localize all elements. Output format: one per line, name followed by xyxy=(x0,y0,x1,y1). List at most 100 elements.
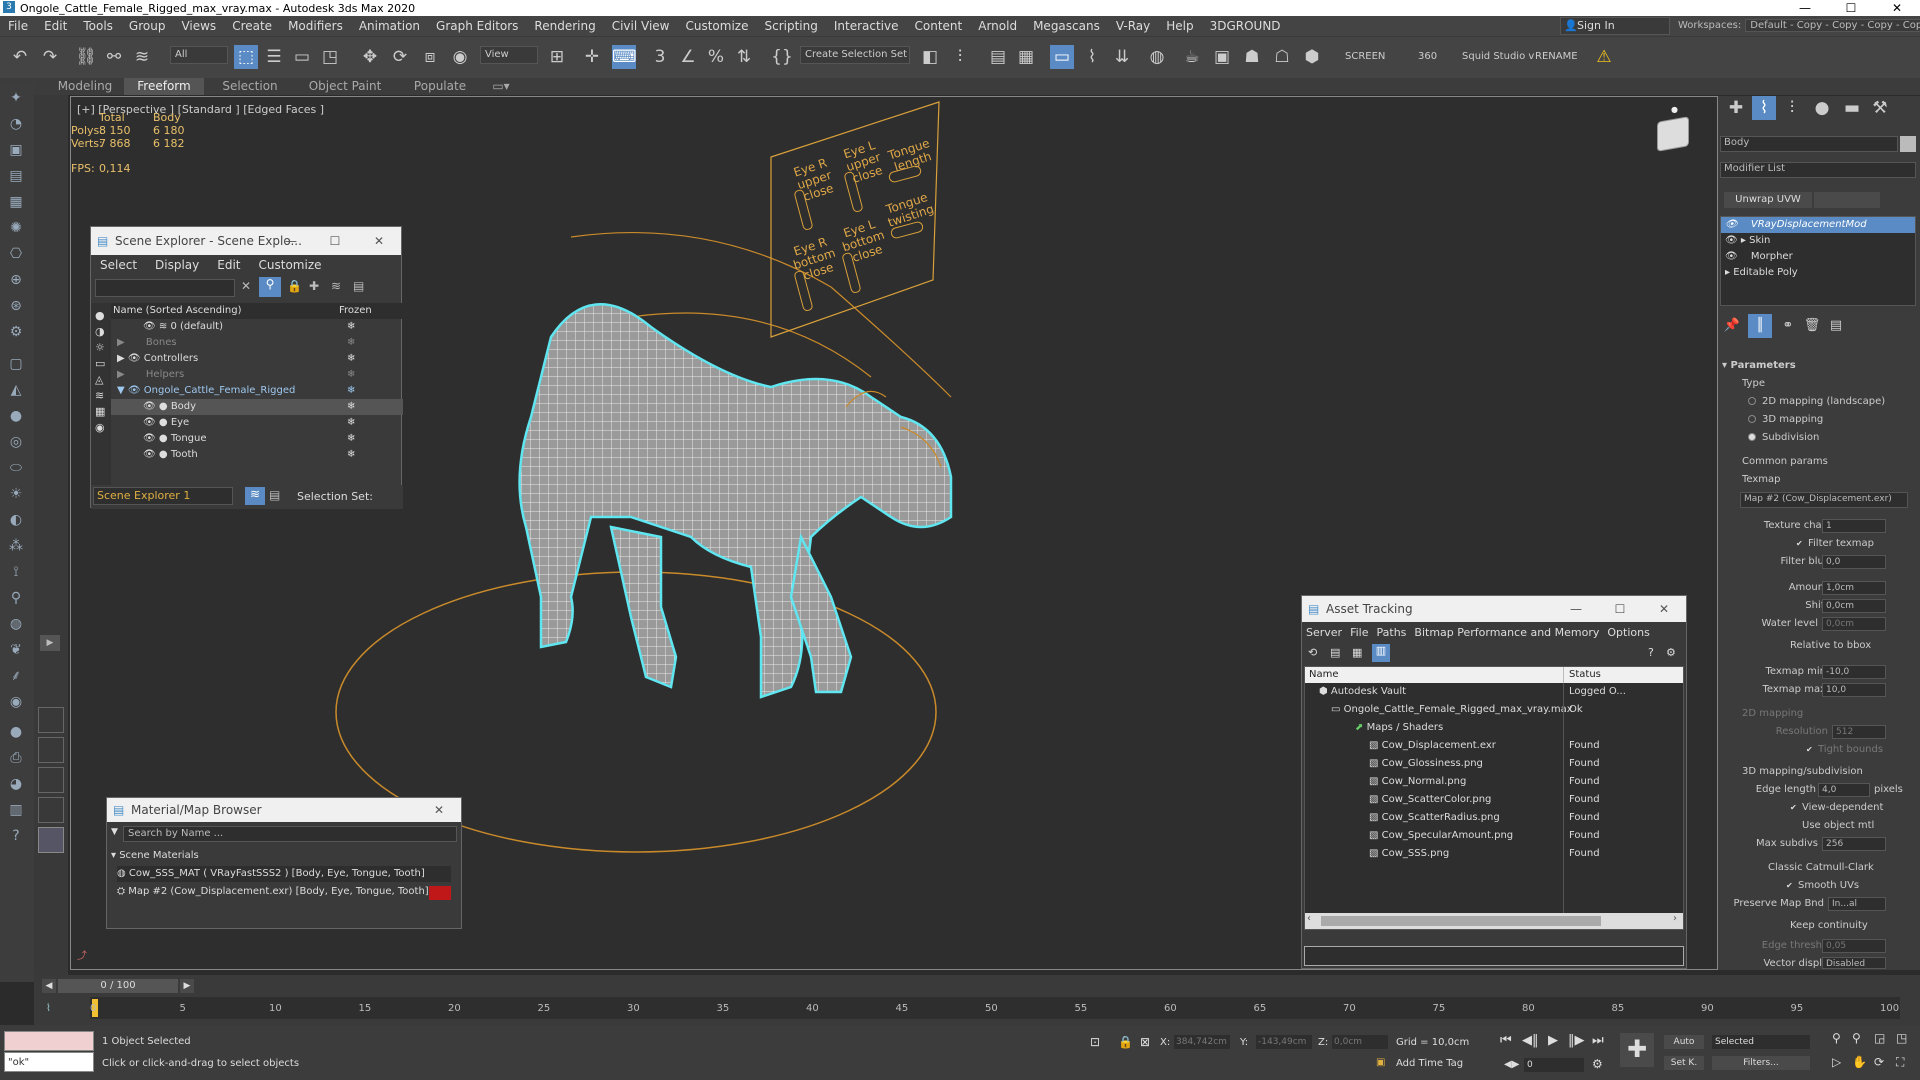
show-end-result-icon[interactable]: ║ xyxy=(1748,314,1772,338)
table-row[interactable]: ▧ Cow_Glossiness.png Found xyxy=(1305,756,1683,772)
snap-3d-icon[interactable]: 3 xyxy=(648,45,672,69)
rotate-icon[interactable]: ⟳ xyxy=(388,45,412,69)
maximize-viewport-icon[interactable]: ⛶ xyxy=(1896,1055,1904,1070)
list-item[interactable]: 👁 ≋ 0 (default) ❄ xyxy=(111,319,403,335)
workspace-select[interactable]: Default - Copy - Copy - Copy - Copy xyxy=(1745,19,1920,32)
pin-stack-icon[interactable]: 📌 xyxy=(1720,314,1744,338)
schematic-view-icon[interactable]: ⇊ xyxy=(1110,45,1134,69)
list-item[interactable]: 👁 ● Tongue ❄ xyxy=(111,431,403,447)
se-menu-display[interactable]: Display xyxy=(146,258,208,272)
menu-group[interactable]: Group xyxy=(121,19,174,33)
se-minimize-button[interactable]: — xyxy=(269,227,313,255)
zoom-all-icon[interactable]: ⚲ xyxy=(1852,1031,1861,1045)
z-coord-field[interactable]: 0,0cm xyxy=(1332,1035,1388,1049)
primitive-box-icon[interactable]: ▢ xyxy=(6,354,26,374)
type-2d-option[interactable]: 2D mapping (landscape) xyxy=(1748,396,1908,407)
at-menu-bitmap[interactable]: Bitmap Performance and Memory xyxy=(1410,626,1603,639)
type-3d-option[interactable]: 3D mapping xyxy=(1748,414,1908,425)
time-prev-icon[interactable]: ◀ xyxy=(42,979,56,993)
squid-studio-label[interactable]: Squid Studio v xyxy=(1462,51,1534,62)
key-mode-icon[interactable]: ◀▶ xyxy=(1504,1059,1519,1070)
freeze-icon[interactable]: ❄ xyxy=(347,447,355,463)
radio-2d[interactable] xyxy=(1748,397,1756,405)
rename-label[interactable]: RENAME xyxy=(1535,51,1578,62)
fov-icon[interactable]: ▷ xyxy=(1832,1055,1841,1069)
edge-thresh-spinner[interactable]: 0,05 xyxy=(1822,939,1886,953)
menu-graph-editors[interactable]: Graph Editors xyxy=(428,19,526,33)
se-name-select[interactable]: Scene Explorer 1 xyxy=(93,487,233,505)
tab-selection[interactable]: Selection xyxy=(210,78,290,95)
menu-file[interactable]: File xyxy=(0,19,36,33)
named-selection-select[interactable]: Create Selection Set xyxy=(800,46,910,64)
menu-tools[interactable]: Tools xyxy=(75,19,121,33)
maximize-button[interactable]: ☐ xyxy=(1828,1,1874,15)
scroll-right-icon[interactable]: › xyxy=(1673,913,1677,924)
menu-create[interactable]: Create xyxy=(224,19,280,33)
checkbox-filter-texmap[interactable]: ✔ xyxy=(1796,539,1804,548)
se-search-input[interactable] xyxy=(95,279,235,297)
expand-icon[interactable]: ▶ xyxy=(117,337,125,348)
layout-3-icon[interactable] xyxy=(38,767,64,793)
table-row[interactable]: ▧ Cow_Displacement.exr Found xyxy=(1305,738,1683,754)
globe-icon[interactable]: ◍ xyxy=(6,614,26,634)
freeze-icon[interactable]: ❄ xyxy=(347,367,355,383)
resolution-spinner[interactable]: 512 xyxy=(1832,725,1886,739)
primitive-cylinder-icon[interactable]: ⬭ xyxy=(6,458,26,478)
amount-spinner[interactable]: 1,0cm xyxy=(1822,581,1886,595)
view-dependent-check[interactable]: ✔ View-dependent xyxy=(1790,802,1910,813)
list-item[interactable]: 👁 ● Eye ❄ xyxy=(111,415,403,431)
plane-icon[interactable]: ▤ xyxy=(6,166,26,186)
se-close-button[interactable]: ✕ xyxy=(357,227,401,255)
asset-tracking-titlebar[interactable]: ▤ Asset Tracking — ☐ ✕ xyxy=(1302,596,1686,622)
grass-icon[interactable]: ⸙ xyxy=(6,666,26,686)
helper-icon[interactable]: ⊕ xyxy=(6,270,26,290)
help-icon[interactable]: ? xyxy=(6,826,26,846)
link-icon[interactable]: ⛓ xyxy=(74,45,98,69)
primitive-torus-icon[interactable]: ◎ xyxy=(6,432,26,452)
orbit-icon[interactable]: ⟳ xyxy=(1874,1055,1884,1069)
pan-icon[interactable]: ✋ xyxy=(1852,1055,1867,1069)
texmap-max-spinner[interactable]: 10,0 xyxy=(1822,683,1886,697)
primitive-cone-icon[interactable]: ◭ xyxy=(6,380,26,400)
scroll-left-icon[interactable]: ‹ xyxy=(1307,913,1311,924)
table-row[interactable]: ▧ Cow_ScatterColor.png Found xyxy=(1305,792,1683,808)
sign-in-button[interactable]: 👤 Sign In xyxy=(1560,17,1670,35)
menu-help[interactable]: Help xyxy=(1158,19,1201,33)
modify-tab-icon[interactable]: ⌇ xyxy=(1752,96,1776,120)
expand-icon[interactable]: ▸ xyxy=(1741,235,1746,246)
time-slider[interactable]: 0 / 100 xyxy=(58,979,178,993)
tab-populate[interactable]: Populate xyxy=(400,78,480,95)
redo-icon[interactable]: ↷ xyxy=(38,45,62,69)
360-label[interactable]: 360 xyxy=(1418,51,1437,62)
eye-icon[interactable]: 👁 xyxy=(1725,235,1738,246)
box-icon[interactable]: ▣ xyxy=(6,140,26,160)
layout-1-icon[interactable] xyxy=(38,707,64,733)
eye-icon[interactable]: 👁 xyxy=(143,449,156,460)
move-icon[interactable]: ✥ xyxy=(358,45,382,69)
se-add-layer-icon[interactable]: ✚ xyxy=(309,279,319,293)
next-frame-icon[interactable]: ‖▶ xyxy=(1568,1033,1585,1048)
play-icon[interactable]: ▶ xyxy=(1548,1033,1558,1048)
list-item[interactable]: ▶ 👁 Controllers ❄ xyxy=(111,351,403,367)
warning-icon[interactable]: ⚠ xyxy=(1592,45,1616,69)
material-editor-icon[interactable]: ◍ xyxy=(1145,45,1169,69)
grid-icon[interactable]: ▦ xyxy=(6,192,26,212)
max-subdivs-spinner[interactable]: 256 xyxy=(1822,837,1886,851)
table-row[interactable]: ▧ Cow_SSS.png Found xyxy=(1305,846,1683,862)
hierarchy-tab-icon[interactable]: ⫶ xyxy=(1780,96,1804,120)
curve-editor-mini-icon[interactable]: ⌇ xyxy=(46,1003,51,1014)
menu-modifiers[interactable]: Modifiers xyxy=(280,19,351,33)
shape-icon[interactable]: ◔ xyxy=(6,114,26,134)
vray-render-icon[interactable]: ⬢ xyxy=(1300,45,1324,69)
absolute-mode-icon[interactable]: ⊠ xyxy=(1140,1035,1150,1049)
table-row[interactable]: ▭ Ongole_Cattle_Female_Rigged_max_vray.m… xyxy=(1305,702,1683,718)
remove-modifier-icon[interactable]: 🗑 xyxy=(1800,314,1824,338)
pivot-icon[interactable]: ⊞ xyxy=(545,45,569,69)
se-layer-mode-icon[interactable]: ≋ xyxy=(245,487,265,505)
list-item[interactable]: 👁 Morpher xyxy=(1721,249,1915,265)
sphere-tool-icon[interactable]: ● xyxy=(6,722,26,742)
modifier-shortcut-button[interactable] xyxy=(1814,192,1880,208)
layout-5-icon[interactable] xyxy=(38,827,64,853)
se-display-xrefs-icon[interactable]: ◉ xyxy=(95,421,105,434)
at-menu-file[interactable]: File xyxy=(1346,626,1372,639)
